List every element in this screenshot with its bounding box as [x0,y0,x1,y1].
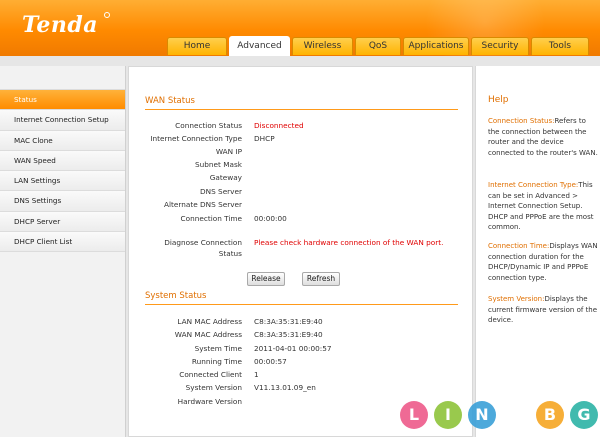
wan-row-connection-type: Internet Connection Type DHCP [129,134,474,146]
wan-row-dns-server: DNS Server [129,187,474,199]
field-value: 00:00:57 [254,357,287,366]
help-panel: Help Connection Status:Refers to the con… [475,66,600,437]
wan-status-divider [145,109,458,110]
field-label: WAN MAC Address [174,330,242,339]
wan-row-diagnose-line2: Status [129,249,474,261]
watermark-letter: B [536,401,564,429]
tenda-logo: Tenda [22,12,98,38]
field-label: System Time [194,344,242,353]
watermark-logo: L I N B G [400,401,598,431]
field-label: Running Time [191,357,242,366]
field-label: LAN MAC Address [177,317,242,326]
field-value: C8:3A:35:31:E9:40 [254,330,323,339]
sidebar-item-dhcp-client-list[interactable]: DHCP Client List [0,232,125,253]
help-term: Internet Connection Type: [488,181,579,189]
field-value: DHCP [254,134,275,143]
field-label: Connected Client [179,370,242,379]
watermark-letter: I [434,401,462,429]
watermark-letter: G [570,401,598,429]
help-term: System Version: [488,295,545,303]
wan-row-connection-time: Connection Time 00:00:00 [129,214,474,226]
help-term: Connection Time: [488,242,550,250]
header-bar: Tenda Home Advanced Wireless QoS Applica… [0,0,600,56]
system-row-lan-mac: LAN MAC Address C8:3A:35:31:E9:40 [129,317,474,329]
watermark-letter: N [468,401,496,429]
wan-row-gateway: Gateway [129,173,474,185]
field-label: System Version [185,383,242,392]
system-status-divider [145,304,458,305]
help-entry-connection-time: Connection Time:Displays WAN connection … [488,241,598,283]
wan-status-title: WAN Status [145,96,195,106]
help-entry-connection-type: Internet Connection Type:This can be set… [488,180,598,233]
tab-advanced[interactable]: Advanced [229,36,290,56]
diagnose-message: Please check hardware connection of the … [254,238,444,247]
system-row-running-time: Running Time 00:00:57 [129,357,474,369]
sidebar-item-internet-connection-setup[interactable]: Internet Connection Setup [0,110,125,131]
help-entry-system-version: System Version:Displays the current firm… [488,294,598,326]
sidebar-spacer [0,66,125,90]
tab-tools[interactable]: Tools [531,37,589,55]
field-label: WAN IP [215,147,242,156]
refresh-button[interactable]: Refresh [302,272,340,286]
field-label: Status [218,249,242,258]
field-label: Diagnose Connection [164,238,242,247]
field-label: Alternate DNS Server [164,200,242,209]
system-status-title: System Status [145,291,207,301]
field-label: Internet Connection Type [150,134,242,143]
connection-status-value: Disconnected [254,121,304,130]
field-value: C8:3A:35:31:E9:40 [254,317,323,326]
sidebar-item-mac-clone[interactable]: MAC Clone [0,130,125,151]
help-title: Help [488,95,509,105]
help-term: Connection Status: [488,117,555,125]
release-button[interactable]: Release [247,272,285,286]
sidebar-item-dns-settings[interactable]: DNS Settings [0,191,125,212]
help-entry-connection-status: Connection Status:Refers to the connecti… [488,116,598,158]
system-row-system-time: System Time 2011-04-01 00:00:57 [129,344,474,356]
tab-home[interactable]: Home [167,37,227,55]
trademark-icon [104,12,110,18]
sidebar-item-dhcp-server[interactable]: DHCP Server [0,211,125,233]
wan-row-connection-status: Connection Status Disconnected [129,121,474,133]
field-value: 2011-04-01 00:00:57 [254,344,332,353]
sidebar: Status Internet Connection Setup MAC Clo… [0,66,126,437]
main-tabs: Home Advanced Wireless QoS Applications … [167,36,591,56]
field-value: 1 [254,370,259,379]
field-label: Hardware Version [177,397,242,406]
sidebar-item-wan-speed[interactable]: WAN Speed [0,150,125,172]
tab-wireless[interactable]: Wireless [292,37,353,55]
watermark-letter: L [400,401,428,429]
wan-row-wan-ip: WAN IP [129,147,474,159]
system-row-wan-mac: WAN MAC Address C8:3A:35:31:E9:40 [129,330,474,342]
tab-qos[interactable]: QoS [355,37,401,55]
field-value: V11.13.01.09_en [254,383,316,392]
wan-row-subnet-mask: Subnet Mask [129,160,474,172]
field-value: 00:00:00 [254,214,287,223]
status-panel: WAN Status Connection Status Disconnecte… [128,66,473,437]
wan-row-alternate-dns: Alternate DNS Server [129,200,474,212]
field-label: Gateway [209,173,242,182]
sidebar-item-status[interactable]: Status [0,90,125,111]
sidebar-item-lan-settings[interactable]: LAN Settings [0,171,125,192]
field-label: Connection Time [180,214,242,223]
system-row-system-version: System Version V11.13.01.09_en [129,383,474,395]
tab-applications[interactable]: Applications [403,37,469,55]
system-row-connected-client: Connected Client 1 [129,370,474,382]
field-label: DNS Server [200,187,242,196]
field-label: Subnet Mask [195,160,242,169]
tab-security[interactable]: Security [471,37,529,55]
field-label: Connection Status [175,121,242,130]
